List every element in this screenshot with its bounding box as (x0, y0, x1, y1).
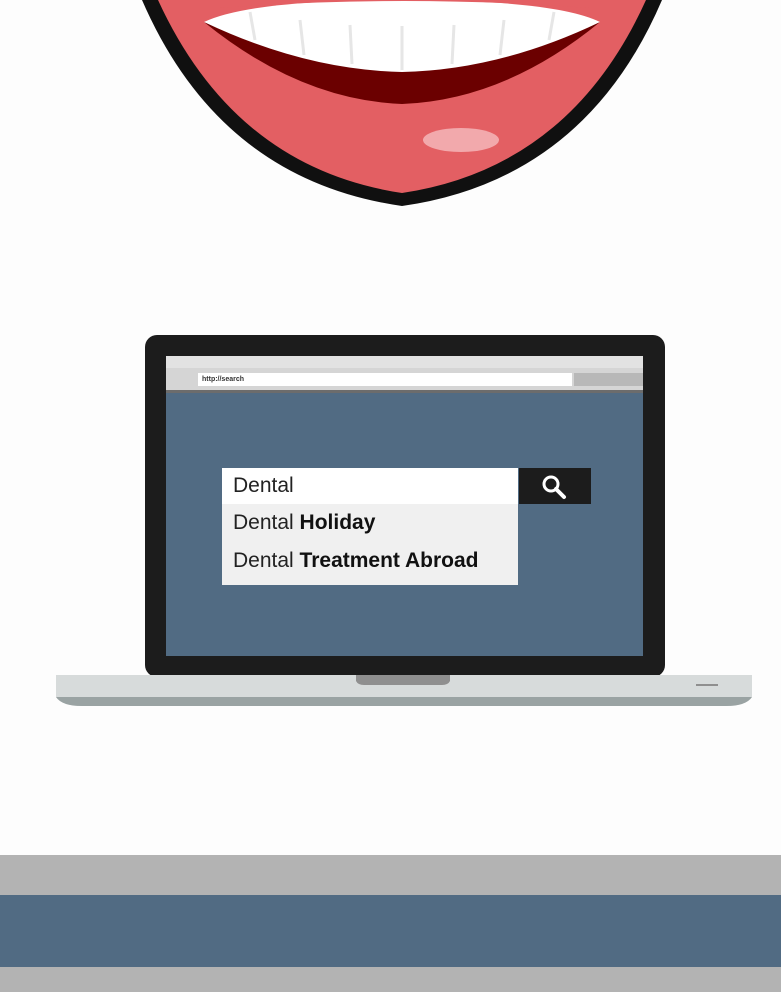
laptop-screen: Dental Holiday Dental Treatment Abroad (166, 356, 643, 656)
laptop-base (56, 675, 752, 706)
suggestion-dental-holiday[interactable]: Dental Holiday (222, 504, 518, 542)
search-button[interactable] (519, 468, 591, 504)
footer-band-top (0, 855, 781, 895)
footer-band-middle (0, 895, 781, 967)
autocomplete-list: Dental Holiday Dental Treatment Abroad (222, 504, 518, 585)
search-input[interactable] (222, 468, 518, 504)
suggestion-prefix: Dental (233, 511, 294, 534)
suggestion-completion: Holiday (299, 511, 376, 534)
address-bar[interactable] (198, 373, 572, 386)
magnifier-icon (542, 475, 566, 499)
suggestion-dental-treatment-abroad[interactable]: Dental Treatment Abroad (222, 542, 518, 580)
footer-band-bottom (0, 967, 781, 992)
suggestion-completion: Treatment Abroad (299, 549, 479, 572)
suggestion-prefix: Dental (233, 549, 294, 572)
address-bar-end (574, 373, 643, 386)
illustration: Dental Holiday Dental Treatment Abroad (0, 0, 781, 992)
browser-toolbar (166, 356, 643, 393)
browser-title-strip (166, 356, 643, 368)
smiling-lips-icon (142, 0, 662, 206)
